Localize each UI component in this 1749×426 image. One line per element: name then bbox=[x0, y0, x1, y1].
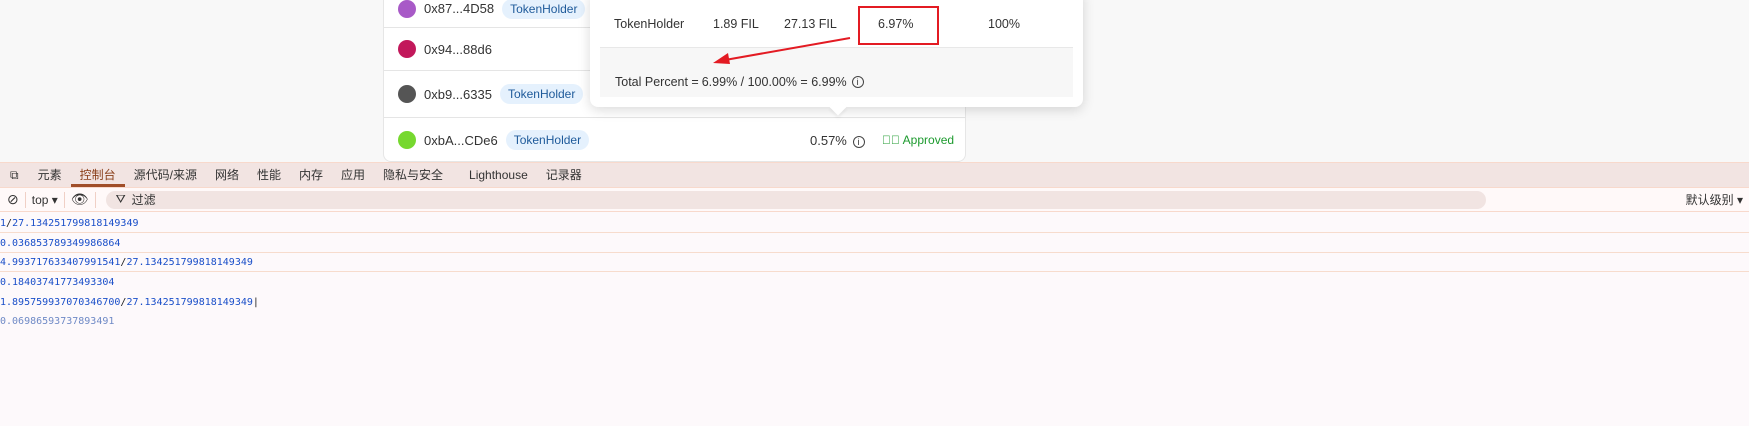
operand: 4.993717633407991541 bbox=[0, 257, 121, 268]
holder-address[interactable]: 0xbA...CDe6 bbox=[424, 133, 498, 148]
operand: 1.895759937070346700 bbox=[0, 297, 121, 308]
console-toolbar: ⊘ top ▾ 👁 ⛛ 过滤 默认级别 ▾ bbox=[0, 187, 1749, 212]
info-icon[interactable]: i bbox=[852, 135, 865, 148]
tab-memory[interactable]: 内存 bbox=[290, 163, 332, 187]
console-prompt[interactable]: 1.895759937070346700/27.1342517998181493… bbox=[0, 293, 1749, 312]
result: 0.06986593737893491 bbox=[0, 316, 115, 327]
console-input-line[interactable]: 4.993717633407991541/27.1342517998181493… bbox=[0, 253, 1749, 272]
tab-privacy-security[interactable]: 隐私与安全 bbox=[374, 163, 452, 187]
avatar bbox=[398, 131, 416, 149]
result: 0.18403741773493304 bbox=[0, 277, 115, 288]
divider bbox=[24, 191, 26, 208]
operand: 27.134251799818149349 bbox=[126, 257, 253, 268]
divider bbox=[63, 191, 65, 208]
role-badge: TokenHolder bbox=[499, 84, 584, 104]
operand: 27.134251799818149349 bbox=[12, 218, 139, 229]
tab-application[interactable]: 应用 bbox=[332, 163, 374, 187]
popover-share: 100% bbox=[988, 17, 1020, 31]
clear-console-icon[interactable]: ⊘ bbox=[7, 191, 19, 208]
context-select[interactable]: top ▾ bbox=[32, 193, 58, 207]
holder-row[interactable]: 0xbA...CDe6 TokenHolder 0.57% i ✓⃝ Appro… bbox=[384, 118, 965, 162]
log-level-select[interactable]: 默认级别 ▾ bbox=[1686, 191, 1743, 208]
tab-sources[interactable]: 源代码/来源 bbox=[125, 163, 206, 187]
web-page: 0x87...4D58 TokenHolder 0x94...88d6 0xb9… bbox=[0, 0, 1749, 162]
divider bbox=[94, 191, 96, 208]
result: 0.036853789349986864 bbox=[0, 238, 121, 249]
tab-elements[interactable]: 元素 bbox=[29, 163, 71, 187]
filter-placeholder: 过滤 bbox=[131, 193, 156, 207]
tab-recorder[interactable]: 记录器 bbox=[537, 163, 591, 187]
console-input-line[interactable]: 1/27.134251799818149349 bbox=[0, 214, 1749, 233]
check-circle-icon: ✓⃝ bbox=[882, 133, 900, 147]
filter-icon: ⛛ bbox=[115, 192, 126, 206]
tab-performance[interactable]: 性能 bbox=[248, 163, 290, 187]
devtools-tabbar: ⧉ 元素 控制台 源代码/来源 网络 性能 内存 应用 隐私与安全 Lighth… bbox=[0, 162, 1749, 187]
console-output-line: 0.036853789349986864 bbox=[0, 234, 1749, 253]
tab-lighthouse[interactable]: Lighthouse bbox=[460, 163, 537, 187]
approved-status: ✓⃝ Approved bbox=[882, 133, 954, 147]
tab-network[interactable]: 网络 bbox=[206, 163, 248, 187]
device-toolbar-icon[interactable]: ⧉ bbox=[0, 163, 29, 187]
text-cursor: | bbox=[252, 297, 259, 308]
tab-console[interactable]: 控制台 bbox=[70, 163, 125, 187]
status-label: Approved bbox=[902, 133, 955, 147]
role-badge: TokenHolder bbox=[505, 130, 590, 150]
console-output-line: 0.18403741773493304 bbox=[0, 273, 1749, 292]
context-value: top bbox=[31, 192, 49, 207]
log-level-value: 默认级别 bbox=[1685, 193, 1734, 207]
holder-percent: 0.57% i bbox=[810, 133, 865, 148]
percent-value: 0.57% bbox=[810, 132, 847, 148]
avatar bbox=[398, 85, 416, 103]
holder-address[interactable]: 0xb9...6335 bbox=[424, 87, 492, 102]
annotation-arrow bbox=[713, 37, 851, 64]
operand: 27.134251799818149349 bbox=[126, 297, 253, 308]
filter-input[interactable]: ⛛ 过滤 bbox=[105, 190, 1486, 209]
console-eager-result: 0.06986593737893491 bbox=[0, 312, 1749, 331]
eye-icon[interactable]: 👁 bbox=[71, 191, 89, 208]
